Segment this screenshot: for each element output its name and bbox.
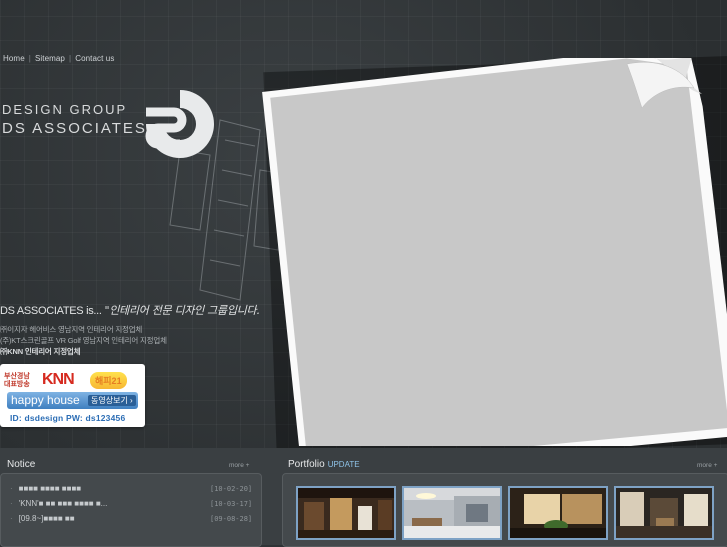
nav-separator: | xyxy=(69,54,72,63)
notice-item-text: ■■■■ ■■■■ ■■■■ xyxy=(18,484,82,493)
notice-title: Notice xyxy=(7,459,36,470)
brand-logo[interactable]: DESIGN GROUP DS ASSOCIATES xyxy=(0,90,250,166)
curled-paper xyxy=(262,58,727,446)
nav-sitemap-link[interactable]: Sitemap xyxy=(35,54,65,63)
top-nav: Home | Sitemap | Contact us xyxy=(3,54,114,63)
portfolio-thumbnail[interactable] xyxy=(296,486,396,540)
knn-caption: 부산경남 대표방송 xyxy=(4,373,30,389)
restaurant-photo xyxy=(298,488,394,538)
portfolio-thumbnail[interactable] xyxy=(508,486,608,540)
main-visual-frame xyxy=(262,55,727,461)
portfolio-thumbnail[interactable] xyxy=(614,486,714,540)
notice-item[interactable]: · 'KNN'■ ■■ ■■■ ■■■■ ■... xyxy=(10,499,107,508)
lounge-photo xyxy=(510,488,606,538)
knn-caption-line: 부산경남 xyxy=(4,373,30,380)
happy-house-bar[interactable]: happy house 동영상보기 › xyxy=(7,392,138,409)
happy-house-banner[interactable]: 부산경남 대표방송 KNN 해피21 happy house 동영상보기 › I… xyxy=(0,364,145,427)
portfolio-title-text: Portfolio xyxy=(288,459,325,470)
notice-date: [10-03-17] xyxy=(210,500,253,508)
partner-list: ㈜이지자 헤어비스 영남지역 인테리어 지정업체 (주)KT스크린골프 VR G… xyxy=(0,324,167,357)
portfolio-more-link[interactable]: more + xyxy=(697,462,717,469)
notice-date: [10-02-20] xyxy=(210,485,253,493)
portfolio-thumbnail[interactable] xyxy=(402,486,502,540)
notice-item-text: 'KNN'■ ■■ ■■■ ■■■■ ■... xyxy=(18,499,108,508)
tagline-script: "인테리어 전문 디자인 그룹입니다. xyxy=(104,304,260,317)
happy21-badge: 해피21 xyxy=(90,372,127,389)
bullet-icon: · xyxy=(10,499,13,508)
interior-photo xyxy=(616,488,712,538)
portfolio-update-label: UPDATE xyxy=(327,460,360,469)
knn-logo: KNN xyxy=(42,371,75,388)
notice-item[interactable]: · [09.8~]■■■■ ■■ xyxy=(10,514,75,523)
notice-more-link[interactable]: more + xyxy=(229,462,249,469)
portfolio-title: Portfolio UPDATE xyxy=(288,459,360,470)
nav-home-link[interactable]: Home xyxy=(3,54,25,63)
notice-date: [09-08-28] xyxy=(210,515,253,523)
brand-line2: DS ASSOCIATES xyxy=(2,120,147,137)
id-pw-text: ID: dsdesign PW: ds123456 xyxy=(10,413,126,423)
video-button[interactable]: 동영상보기 › xyxy=(88,395,136,406)
bullet-icon: · xyxy=(10,484,13,493)
office-photo xyxy=(404,488,500,538)
partner-item: ㈜KNN 인테리어 지정업체 xyxy=(0,347,81,356)
notice-item-text: [09.8~]■■■■ ■■ xyxy=(18,514,75,523)
nav-contact-link[interactable]: Contact us xyxy=(75,54,114,63)
partner-item: ㈜이지자 헤어비스 영남지역 인테리어 지정업체 xyxy=(0,325,143,334)
bullet-icon: · xyxy=(10,514,13,523)
notice-item[interactable]: · ■■■■ ■■■■ ■■■■ xyxy=(10,484,81,493)
happy-house-label: happy house xyxy=(11,393,80,407)
tagline-main: DS ASSOCIATES is... xyxy=(0,305,102,317)
tagline: DS ASSOCIATES is... "인테리어 전문 디자인 그룹입니다. xyxy=(0,302,260,318)
ds-logo-icon xyxy=(145,90,214,158)
nav-separator: | xyxy=(28,54,31,63)
brand-line1: DESIGN GROUP xyxy=(2,102,128,117)
knn-caption-line: 대표방송 xyxy=(4,381,30,388)
partner-item: (주)KT스크린골프 VR Golf 영남지역 인테리어 지정업체 xyxy=(0,336,167,345)
